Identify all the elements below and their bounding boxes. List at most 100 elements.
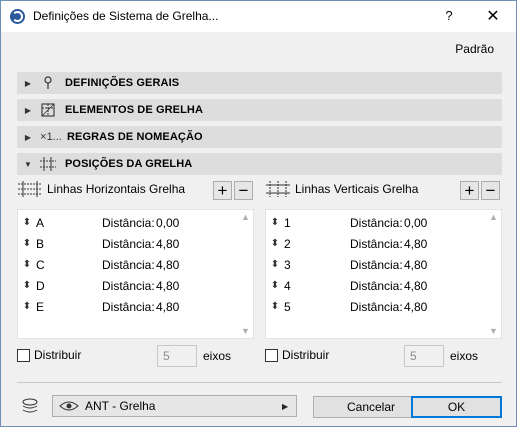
section-label: POSIÇÕES DA GRELHA <box>65 158 193 170</box>
line-name: 1 <box>284 215 291 230</box>
collapsed-arrow-icon: ▶ <box>24 78 32 88</box>
distance-label: Distância: <box>350 215 403 230</box>
chevron-right-icon: ▶ <box>282 401 289 411</box>
drag-handle-icon[interactable]: ⬍ <box>267 259 283 270</box>
line-name: 3 <box>284 257 291 272</box>
add-horizontal-line-button[interactable]: + <box>213 181 232 200</box>
scroll-down-icon[interactable]: ▼ <box>238 325 253 337</box>
divider <box>17 382 502 383</box>
drag-handle-icon[interactable]: ⬍ <box>19 259 35 270</box>
drag-handle-icon[interactable]: ⬍ <box>19 301 35 312</box>
grid-element-icon <box>37 102 59 118</box>
list-item[interactable]: ⬍ 4 Distância: 4,80 <box>266 275 486 296</box>
list-item[interactable]: ⬍ 3 Distância: 4,80 <box>266 254 486 275</box>
horizontal-grid-lines-icon <box>18 181 42 197</box>
distance-label: Distância: <box>102 215 155 230</box>
distance-value[interactable]: 4,80 <box>156 237 179 251</box>
distance-label: Distância: <box>102 299 155 314</box>
grid-system-dialog: Definições de Sistema de Grelha... ? ✕ P… <box>0 0 517 427</box>
scroll-up-icon[interactable]: ▲ <box>238 211 253 223</box>
distance-value[interactable]: 4,80 <box>156 279 179 293</box>
axes-count-field[interactable]: 5 <box>404 345 444 367</box>
line-name: B <box>36 236 45 251</box>
horizontal-lines-title: Linhas Horizontais Grelha <box>47 182 186 196</box>
list-item[interactable]: ⬍ 1 Distância: 0,00 <box>266 212 486 233</box>
distribute-vertical[interactable]: Distribuir <box>265 345 329 365</box>
axes-label: eixos <box>450 349 479 363</box>
section-grid-elements[interactable]: ▶ ELEMENTOS DE GRELHA <box>17 99 502 121</box>
section-label: REGRAS DE NOMEAÇÃO <box>67 131 203 143</box>
list-item[interactable]: ⬍ 5 Distância: 4,80 <box>266 296 486 317</box>
distance-value[interactable]: 4,80 <box>404 279 427 293</box>
distance-label: Distância: <box>350 257 403 272</box>
collapsed-arrow-icon: ▶ <box>24 132 32 142</box>
distribute-checkbox[interactable] <box>17 348 30 362</box>
distance-value[interactable]: 4,80 <box>156 258 179 272</box>
distance-value[interactable]: 4,80 <box>404 237 427 251</box>
title-bar: Definições de Sistema de Grelha... ? ✕ <box>1 1 516 32</box>
eye-icon <box>59 401 79 411</box>
help-button[interactable]: ? <box>439 6 459 26</box>
scroll-up-icon[interactable]: ▲ <box>486 211 501 223</box>
horizontal-lines-header: Linhas Horizontais Grelha <box>17 178 185 200</box>
list-item[interactable]: ⬍ C Distância: 4,80 <box>18 254 238 275</box>
drag-handle-icon[interactable]: ⬍ <box>267 301 283 312</box>
line-name: A <box>36 215 45 230</box>
axes-label: eixos <box>203 349 232 363</box>
vertical-lines-list[interactable]: ⬍ 1 Distância: 0,00 ⬍ 2 Distância: 4,80 … <box>265 209 502 339</box>
line-name: C <box>36 257 45 272</box>
preset-label[interactable]: Padrão <box>455 42 494 56</box>
layer-select[interactable]: ANT - Grelha ▶ <box>52 395 297 417</box>
distribute-horizontal[interactable]: Distribuir <box>17 345 81 365</box>
grid-positions-icon <box>37 156 59 172</box>
distribute-label: Distribuir <box>282 348 330 362</box>
distance-label: Distância: <box>102 236 155 251</box>
distance-value[interactable]: 0,00 <box>404 216 427 230</box>
pin-icon <box>37 76 59 90</box>
drag-handle-icon[interactable]: ⬍ <box>19 217 35 228</box>
layers-icon <box>22 398 38 413</box>
line-name: D <box>36 278 45 293</box>
distance-value[interactable]: 4,80 <box>156 300 179 314</box>
collapsed-arrow-icon: ▶ <box>24 105 32 115</box>
layer-name: ANT - Grelha <box>85 399 156 413</box>
drag-handle-icon[interactable]: ⬍ <box>19 238 35 249</box>
vertical-lines-title: Linhas Verticais Grelha <box>295 182 419 196</box>
list-item[interactable]: ⬍ B Distância: 4,80 <box>18 233 238 254</box>
list-item[interactable]: ⬍ E Distância: 4,80 <box>18 296 238 317</box>
distribute-label: Distribuir <box>34 348 82 362</box>
drag-handle-icon[interactable]: ⬍ <box>267 217 283 228</box>
list-item[interactable]: ⬍ A Distância: 0,00 <box>18 212 238 233</box>
close-button[interactable]: ✕ <box>482 6 504 28</box>
axes-count-field[interactable]: 5 <box>157 345 197 367</box>
distance-label: Distância: <box>350 299 403 314</box>
remove-horizontal-line-button[interactable]: − <box>234 181 253 200</box>
horizontal-lines-list[interactable]: ⬍ A Distância: 0,00 ⬍ B Distância: 4,80 … <box>17 209 254 339</box>
distance-label: Distância: <box>350 278 403 293</box>
scroll-down-icon[interactable]: ▼ <box>486 325 501 337</box>
section-label: DEFINIÇÕES GERAIS <box>65 77 180 89</box>
section-naming-rules[interactable]: ▶ ×1... REGRAS DE NOMEAÇÃO <box>17 126 502 148</box>
scrollbar[interactable]: ▲ ▼ <box>486 210 501 338</box>
line-name: 2 <box>284 236 291 251</box>
section-grid-positions[interactable]: ▼ POSIÇÕES DA GRELHA <box>17 153 502 175</box>
distance-label: Distância: <box>102 257 155 272</box>
distance-value[interactable]: 0,00 <box>156 216 179 230</box>
distance-value[interactable]: 4,80 <box>404 258 427 272</box>
drag-handle-icon[interactable]: ⬍ <box>267 280 283 291</box>
distribute-checkbox[interactable] <box>265 348 278 362</box>
vertical-lines-header: Linhas Verticais Grelha <box>265 178 418 200</box>
naming-icon: ×1... <box>40 131 62 143</box>
drag-handle-icon[interactable]: ⬍ <box>19 280 35 291</box>
ok-button[interactable]: OK <box>411 396 502 418</box>
scrollbar[interactable]: ▲ ▼ <box>238 210 253 338</box>
list-item[interactable]: ⬍ 2 Distância: 4,80 <box>266 233 486 254</box>
add-vertical-line-button[interactable]: + <box>460 181 479 200</box>
section-general-settings[interactable]: ▶ DEFINIÇÕES GERAIS <box>17 72 502 94</box>
line-name: 5 <box>284 299 291 314</box>
list-item[interactable]: ⬍ D Distância: 4,80 <box>18 275 238 296</box>
remove-vertical-line-button[interactable]: − <box>481 181 500 200</box>
distance-value[interactable]: 4,80 <box>404 300 427 314</box>
drag-handle-icon[interactable]: ⬍ <box>267 238 283 249</box>
distance-label: Distância: <box>350 236 403 251</box>
